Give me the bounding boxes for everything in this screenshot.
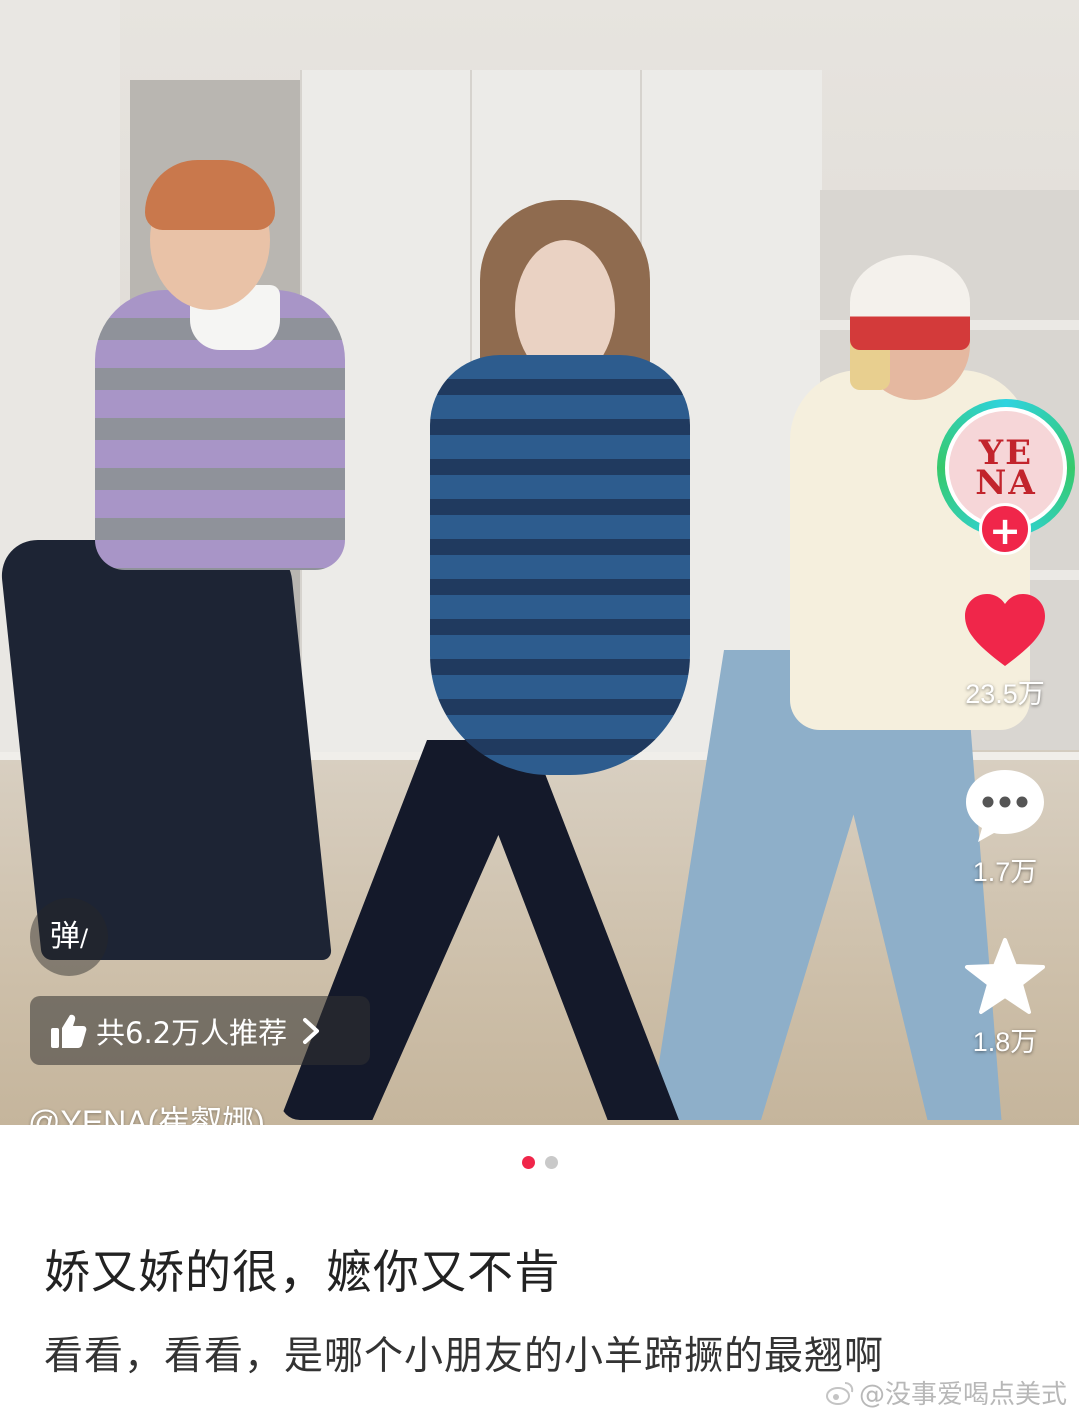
carousel-indicator [0, 1156, 1079, 1169]
plus-icon: + [989, 509, 1021, 553]
weibo-icon [825, 1381, 854, 1405]
watermark: @没事爱喝点美式 [825, 1374, 1067, 1411]
carousel-dot[interactable] [544, 1156, 558, 1169]
slash-icon: / [79, 924, 89, 952]
follow-button[interactable]: + [979, 503, 1031, 555]
comment-count: 1.7万 [972, 857, 1038, 887]
dancer-right-cap [850, 255, 970, 350]
danmu-toggle-button[interactable]: 弹/ [30, 898, 108, 976]
thumbs-up-icon [51, 1014, 87, 1048]
dancer-left-legs [0, 540, 333, 960]
carousel-dot-active[interactable] [521, 1156, 535, 1169]
recommend-text: 共6.2万人推荐 [96, 1015, 288, 1050]
watermark-text: @没事爱喝点美式 [858, 1380, 1067, 1410]
post-body: 看看，看看，是哪个小朋友的小羊蹄撅的最翘啊 [44, 1334, 885, 1379]
danmu-label: 弹 [49, 919, 80, 954]
avatar-logo-line2: NA [975, 463, 1037, 503]
author-handle[interactable]: @YENA(崔叡娜) [28, 1099, 265, 1125]
post-title: 娇又娇的很，嬷你又不肯 [44, 1245, 561, 1299]
star-icon [965, 938, 1045, 1014]
comment-icon [966, 770, 1044, 842]
heart-icon [965, 594, 1045, 666]
dancer-center-sweater [430, 355, 690, 775]
like-button[interactable]: 23.5万 [945, 592, 1065, 711]
video-player[interactable]: YE NA + 23.5万 1.7万 1.8万 弹/ 共6.2万人推荐 @YEN… [0, 0, 1079, 1125]
favorite-button[interactable]: 1.8万 [945, 936, 1065, 1059]
like-count: 23.5万 [965, 679, 1045, 709]
recommend-pill[interactable]: 共6.2万人推荐 [30, 996, 370, 1065]
favorite-count: 1.8万 [972, 1027, 1038, 1057]
chevron-right-icon [303, 1017, 320, 1044]
comment-button[interactable]: 1.7万 [945, 766, 1065, 889]
